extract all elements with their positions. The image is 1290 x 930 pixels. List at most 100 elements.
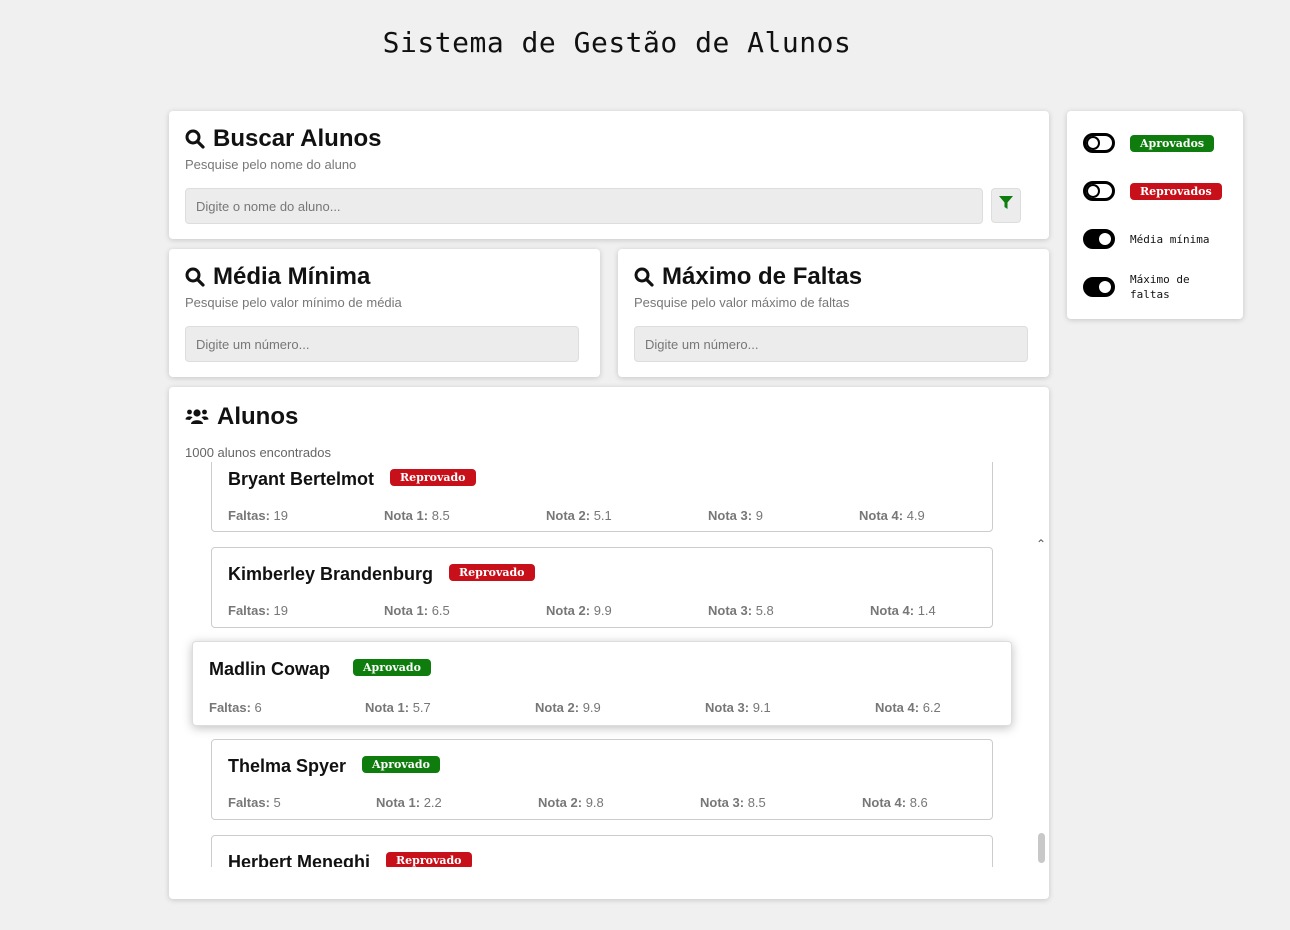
nota4-label: Nota 4:	[875, 700, 920, 715]
status-badge: Aprovado	[362, 756, 440, 773]
search-icon	[185, 267, 205, 287]
faltas-label: Faltas:	[228, 795, 270, 810]
nota1-label: Nota 1:	[384, 508, 429, 523]
nota2-field: Nota 2: 5.1	[546, 508, 612, 523]
nota3-value: 9.1	[752, 700, 771, 715]
nota3-label: Nota 3:	[705, 700, 750, 715]
student-card[interactable]: Thelma Spyer Aprovado Faltas: 5 Nota 1: …	[211, 739, 993, 820]
toggle-aprovados[interactable]	[1083, 133, 1115, 153]
media-minima-toggle-label: Média mínima	[1130, 232, 1210, 246]
nota3-field: Nota 3: 5.8	[708, 603, 774, 618]
faltas-subtitle: Pesquise pelo valor máximo de faltas	[634, 295, 850, 310]
reprovados-badge: Reprovados	[1130, 182, 1222, 200]
status-badge: Aprovado	[353, 659, 431, 676]
nota4-label: Nota 4:	[862, 795, 907, 810]
search-icon	[185, 129, 205, 149]
faltas-field: Faltas: 6	[209, 700, 262, 715]
nota2-value: 9.8	[585, 795, 604, 810]
media-subtitle: Pesquise pelo valor mínimo de média	[185, 295, 402, 310]
search-subtitle: Pesquise pelo nome do aluno	[185, 157, 357, 172]
search-card: Buscar Alunos Pesquise pelo nome do alun…	[169, 111, 1049, 239]
users-icon	[185, 407, 209, 427]
student-card[interactable]: Madlin Cowap Aprovado Faltas: 6 Nota 1: …	[192, 641, 1012, 726]
nota2-label: Nota 2:	[546, 603, 591, 618]
faltas-label: Faltas:	[228, 508, 270, 523]
toggle-media-minima[interactable]	[1083, 229, 1115, 249]
toggle-reprovados[interactable]	[1083, 181, 1115, 201]
toggle-maximo-faltas[interactable]	[1083, 277, 1115, 297]
scrollbar-thumb[interactable]	[1038, 833, 1045, 863]
faltas-value: 19	[273, 508, 288, 523]
student-name: Madlin Cowap	[209, 659, 330, 679]
nota1-label: Nota 1:	[376, 795, 421, 810]
nota3-field: Nota 3: 9.1	[705, 700, 771, 715]
student-name: Kimberley Brandenburg	[228, 564, 434, 584]
nota2-value: 9.9	[582, 700, 601, 715]
student-card[interactable]: Herbert Meneghi Reprovado	[211, 835, 993, 867]
maximo-faltas-card: Máximo de Faltas Pesquise pelo valor máx…	[618, 249, 1049, 377]
nota4-value: 8.6	[909, 795, 928, 810]
nota3-label: Nota 3:	[700, 795, 745, 810]
student-card[interactable]: Bryant Bertelmot Reprovado Faltas: 19 No…	[211, 462, 993, 532]
faltas-field: Faltas: 19	[228, 508, 288, 523]
media-minima-input[interactable]	[185, 326, 579, 362]
faltas-field: Faltas: 19	[228, 603, 288, 618]
page-title: Sistema de Gestão de Alunos	[382, 26, 852, 59]
aprovados-badge: Aprovados	[1130, 134, 1215, 152]
nota4-value: 4.9	[906, 508, 925, 523]
alunos-title-text: Alunos	[217, 403, 299, 430]
status-badge: Reprovado	[386, 852, 472, 867]
alunos-card: Alunos 1000 alunos encontrados Bryant Be…	[169, 387, 1049, 899]
nota1-field: Nota 1: 5.7	[365, 700, 431, 715]
nota1-field: Nota 1: 8.5	[384, 508, 450, 523]
nota1-value: 2.2	[423, 795, 442, 810]
nota4-label: Nota 4:	[859, 508, 904, 523]
nota4-field: Nota 4: 1.4	[870, 603, 936, 618]
search-icon	[634, 267, 654, 287]
faltas-field: Faltas: 5	[228, 795, 281, 810]
nota1-value: 5.7	[412, 700, 431, 715]
nota4-field: Nota 4: 6.2	[875, 700, 941, 715]
nota2-value: 5.1	[593, 508, 612, 523]
faltas-value: 5	[273, 795, 281, 810]
nota3-label: Nota 3:	[708, 508, 753, 523]
student-name: Thelma Spyer	[228, 756, 347, 776]
filter-icon	[999, 196, 1013, 215]
search-input[interactable]	[185, 188, 983, 224]
media-card-title: Média Mínima	[185, 263, 584, 291]
maximo-faltas-input[interactable]	[634, 326, 1028, 362]
toggle-row-maximo-faltas: Máximo de faltas	[1083, 272, 1210, 302]
faltas-label: Faltas:	[228, 603, 270, 618]
nota3-value: 9	[755, 508, 763, 523]
filter-button[interactable]	[991, 188, 1021, 223]
media-minima-card: Média Mínima Pesquise pelo valor mínimo …	[169, 249, 600, 377]
toggle-row-aprovados: Aprovados	[1083, 133, 1215, 153]
nota1-field: Nota 1: 2.2	[376, 795, 442, 810]
nota2-label: Nota 2:	[546, 508, 591, 523]
filter-toggles-panel: Aprovados Reprovados Média mínima Máximo…	[1067, 111, 1243, 319]
faltas-title-text: Máximo de Faltas	[662, 263, 863, 290]
student-name: Herbert Meneghi	[228, 852, 371, 867]
nota4-value: 6.2	[922, 700, 941, 715]
nota2-field: Nota 2: 9.9	[546, 603, 612, 618]
toggle-row-media-minima: Média mínima	[1083, 229, 1209, 249]
nota3-value: 8.5	[747, 795, 766, 810]
nota2-label: Nota 2:	[535, 700, 580, 715]
faltas-label: Faltas:	[209, 700, 251, 715]
alunos-count: 1000 alunos encontrados	[185, 445, 332, 460]
search-card-title: Buscar Alunos	[185, 125, 1033, 153]
faltas-value: 19	[273, 603, 288, 618]
student-list[interactable]: Bryant Bertelmot Reprovado Faltas: 19 No…	[169, 462, 1049, 867]
nota1-value: 8.5	[431, 508, 450, 523]
nota2-value: 9.9	[593, 603, 612, 618]
faltas-value: 6	[254, 700, 262, 715]
student-card[interactable]: Kimberley Brandenburg Reprovado Faltas: …	[211, 547, 993, 628]
scroll-up-arrow-icon[interactable]: ⌃	[1036, 537, 1046, 551]
nota3-field: Nota 3: 8.5	[700, 795, 766, 810]
nota4-label: Nota 4:	[870, 603, 915, 618]
toggle-row-reprovados: Reprovados	[1083, 181, 1222, 201]
nota4-field: Nota 4: 4.9	[859, 508, 925, 523]
nota1-label: Nota 1:	[384, 603, 429, 618]
alunos-card-title: Alunos	[185, 403, 1033, 431]
nota3-field: Nota 3: 9	[708, 508, 763, 523]
